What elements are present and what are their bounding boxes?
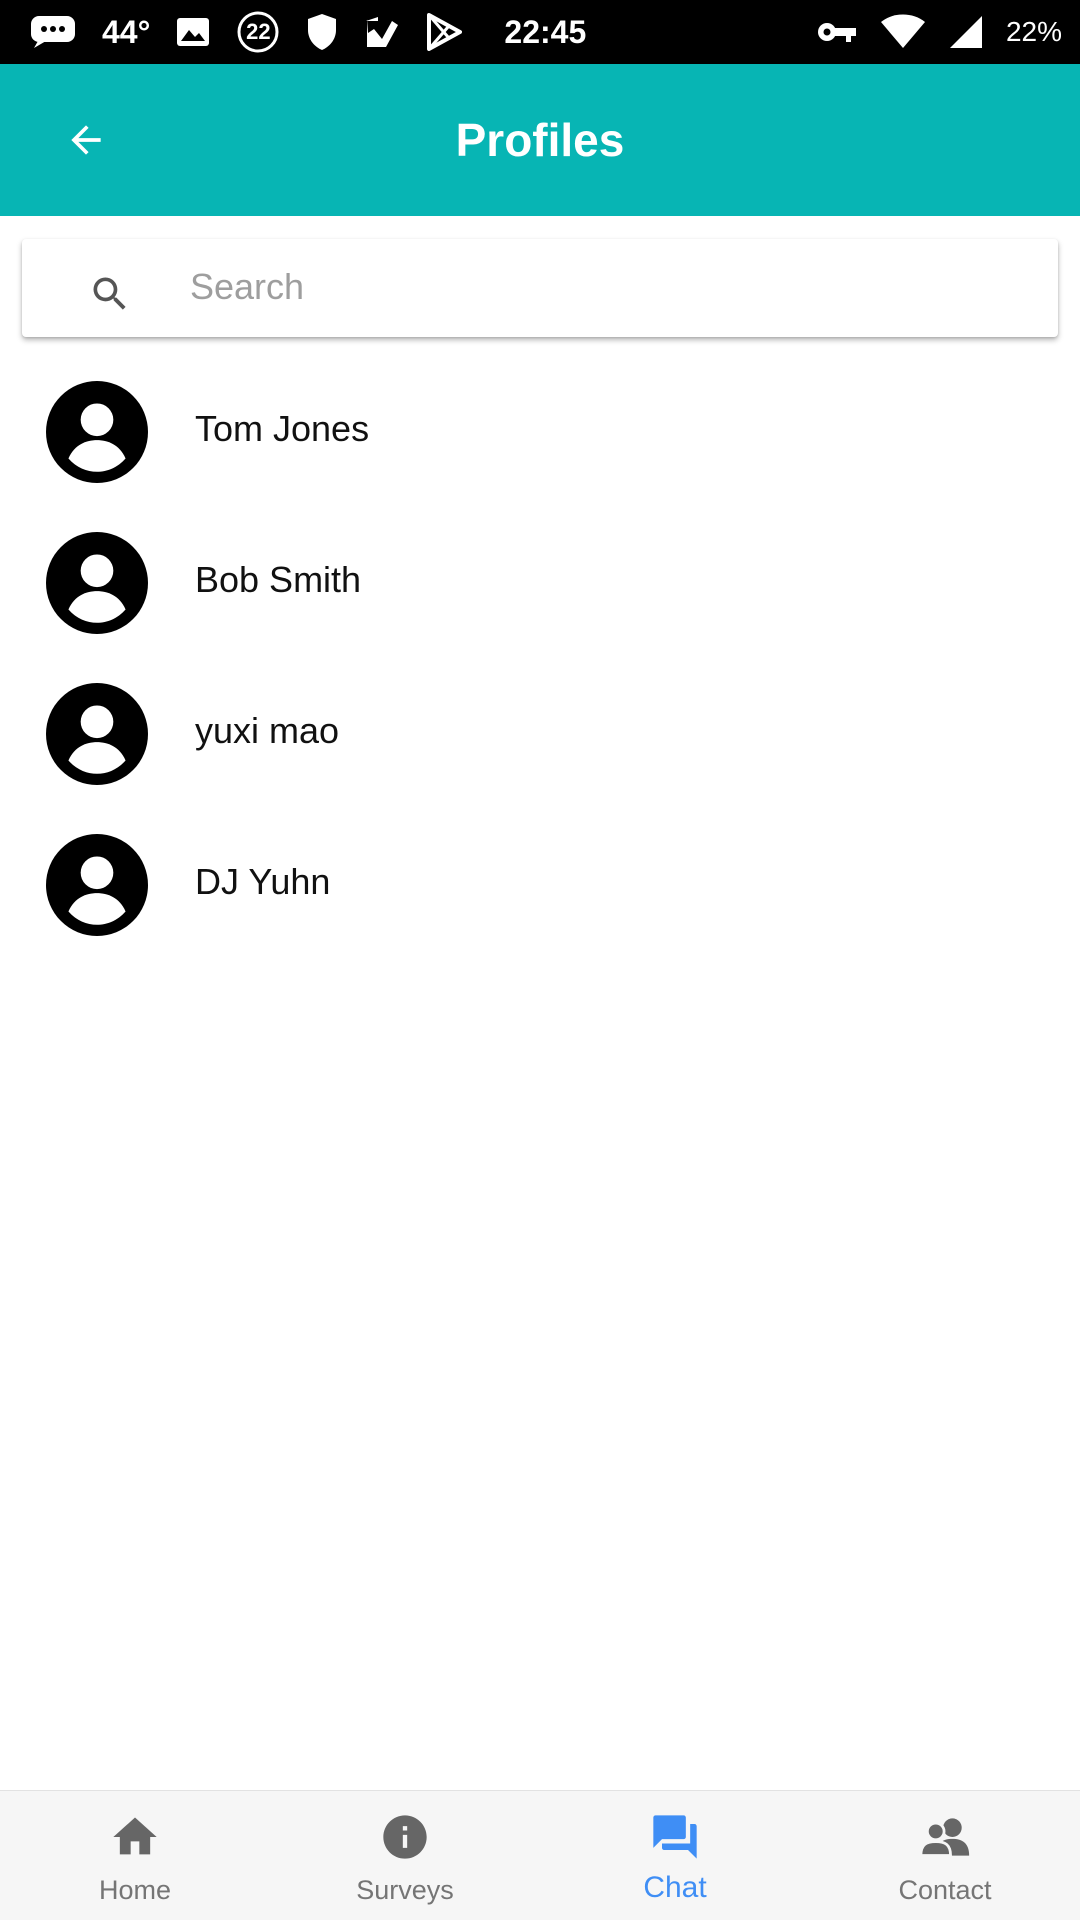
temperature-text: 44° bbox=[102, 13, 151, 50]
shield-icon bbox=[306, 13, 338, 51]
search-bar[interactable] bbox=[22, 239, 1058, 337]
battery-percent: 22% bbox=[1005, 16, 1062, 47]
profile-name: yuxi mao bbox=[195, 710, 340, 751]
list-item[interactable]: yuxi mao bbox=[0, 672, 1080, 823]
contacts-icon bbox=[919, 1811, 971, 1863]
status-bar: 44° 22 22:45 22% bbox=[0, 0, 1080, 64]
message-icon bbox=[30, 15, 76, 49]
arrow-back-icon bbox=[71, 125, 101, 155]
profile-name: DJ Yuhn bbox=[195, 861, 331, 902]
nav-label: Surveys bbox=[356, 1875, 454, 1905]
chat-icon bbox=[649, 1811, 701, 1863]
account-circle-icon bbox=[46, 683, 148, 785]
page-title: Profiles bbox=[455, 114, 625, 166]
image-icon bbox=[176, 17, 210, 47]
list-item[interactable]: Bob Smith bbox=[0, 521, 1080, 672]
back-button[interactable] bbox=[50, 104, 122, 176]
nav-contact[interactable]: Contact bbox=[810, 1791, 1080, 1920]
search-icon bbox=[93, 277, 126, 310]
profile-name: Bob Smith bbox=[195, 559, 362, 600]
task-check-icon bbox=[364, 15, 400, 49]
nav-label: Chat bbox=[643, 1871, 707, 1904]
info-icon bbox=[379, 1811, 431, 1863]
profile-list: Tom Jones Bob Smith yuxi mao DJ Yuhn bbox=[0, 370, 1080, 974]
profile-name: Tom Jones bbox=[195, 408, 370, 449]
nav-label: Contact bbox=[898, 1875, 992, 1905]
signal-icon bbox=[948, 14, 984, 50]
vpn-key-icon bbox=[816, 20, 858, 44]
nav-surveys[interactable]: Surveys bbox=[270, 1791, 540, 1920]
wifi-icon bbox=[880, 14, 926, 50]
bottom-nav: Home Surveys Chat Contact bbox=[0, 1790, 1080, 1920]
clock-time: 22:45 bbox=[504, 13, 587, 50]
badge-number: 22 bbox=[246, 19, 271, 44]
badge-circle-icon: 22 bbox=[236, 10, 280, 54]
account-circle-icon bbox=[46, 381, 148, 483]
list-item[interactable]: DJ Yuhn bbox=[0, 823, 1080, 974]
search-input[interactable] bbox=[190, 257, 1030, 317]
account-circle-icon bbox=[46, 834, 148, 936]
app-bar: Profiles bbox=[0, 64, 1080, 216]
list-item[interactable]: Tom Jones bbox=[0, 370, 1080, 521]
screen: 44° 22 22:45 22% Profiles Search Tom Jon… bbox=[0, 0, 1080, 1920]
play-store-icon bbox=[426, 13, 463, 51]
nav-chat[interactable]: Chat bbox=[540, 1791, 810, 1920]
account-circle-icon bbox=[46, 532, 148, 634]
nav-label: Home bbox=[98, 1875, 172, 1905]
nav-home[interactable]: Home bbox=[0, 1791, 270, 1920]
home-icon bbox=[109, 1811, 161, 1863]
